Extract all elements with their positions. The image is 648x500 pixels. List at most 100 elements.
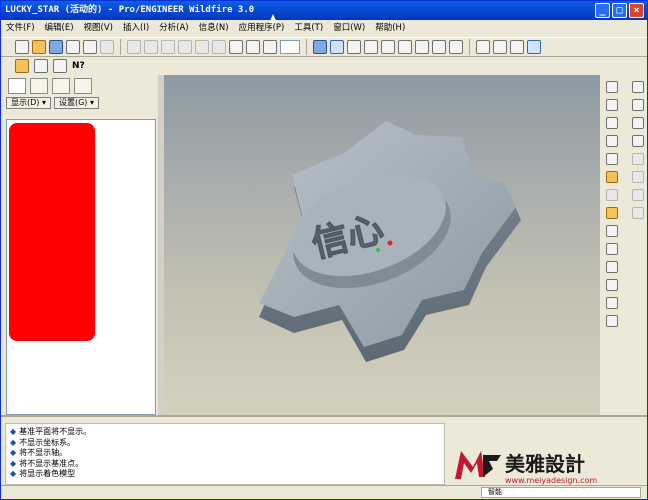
menu-applications[interactable]: 应用程序(P) <box>239 20 285 36</box>
coordinate-system-icon[interactable] <box>606 171 618 183</box>
print-icon[interactable] <box>66 40 80 54</box>
menu-window[interactable]: 窗口(W) <box>333 20 365 36</box>
message-line: ◆ 基准平面将不显示。 <box>10 427 92 436</box>
menu-file[interactable]: 文件(F) <box>6 20 35 36</box>
datum-display-toolbar: N? <box>1 57 111 75</box>
logo-url: www.meiyadesign.com <box>505 476 597 485</box>
model-tree[interactable] <box>6 119 156 415</box>
show-dropdown[interactable]: 显示(D) ▾ <box>6 97 51 109</box>
logo-brand-text: 美雅設計 <box>505 452 585 476</box>
selection-filter-field[interactable]: 智能 <box>481 487 641 498</box>
datum-axis-icon[interactable] <box>606 99 618 111</box>
boundary-blend-icon[interactable] <box>632 153 644 165</box>
pattern-icon[interactable] <box>606 279 618 291</box>
maximize-button[interactable]: □ <box>612 3 627 18</box>
tab-model-tree[interactable] <box>8 78 26 94</box>
datum-point-display-icon[interactable] <box>53 59 67 73</box>
menu-edit[interactable]: 编辑(E) <box>45 20 74 36</box>
paste-special-icon[interactable] <box>212 40 226 54</box>
menu-view[interactable]: 视图(V) <box>84 20 113 36</box>
datum-plane-display-icon[interactable] <box>15 59 29 73</box>
copy-icon[interactable] <box>178 40 192 54</box>
saved-views-icon[interactable] <box>432 40 446 54</box>
zoom-in-icon[interactable] <box>364 40 378 54</box>
repaint-icon[interactable] <box>313 40 327 54</box>
window-title: LUCKY_STAR (活动的) - Pro/ENGINEER Wildfire… <box>5 5 255 15</box>
minimize-button[interactable]: _ <box>595 3 610 18</box>
layers-icon[interactable] <box>449 40 463 54</box>
menu-insert[interactable]: 插入(I) <box>123 20 149 36</box>
menu-analysis[interactable]: 分析(A) <box>159 20 188 36</box>
email-icon[interactable] <box>83 40 97 54</box>
selection-dropdown[interactable] <box>280 40 300 54</box>
datum-axis-display-icon[interactable] <box>34 59 48 73</box>
redo-icon[interactable] <box>144 40 158 54</box>
hidden-line-icon[interactable] <box>493 40 507 54</box>
help-context-icon[interactable]: N? <box>72 61 85 71</box>
sweep-icon[interactable] <box>632 117 644 129</box>
save-icon[interactable] <box>49 40 63 54</box>
round-icon[interactable] <box>606 261 618 273</box>
variable-sweep-icon[interactable] <box>632 171 644 183</box>
blend-icon[interactable] <box>632 135 644 147</box>
cut-icon[interactable] <box>161 40 175 54</box>
table-icon[interactable] <box>632 207 644 219</box>
sketch-curve-icon[interactable] <box>606 135 618 147</box>
rib-icon[interactable] <box>606 243 618 255</box>
datum-point-icon[interactable] <box>606 153 618 165</box>
offset-icon[interactable] <box>606 315 618 327</box>
hole-icon[interactable] <box>606 225 618 237</box>
message-line: ◆ 不显示坐标系。 <box>10 437 76 447</box>
shading-icon[interactable] <box>527 40 541 54</box>
menu-help[interactable]: 帮助(H) <box>375 20 405 36</box>
selection-filter-icon[interactable] <box>263 40 277 54</box>
extrude-icon[interactable] <box>632 81 644 93</box>
regenerate-icon[interactable] <box>229 40 243 54</box>
find-icon[interactable] <box>246 40 260 54</box>
origin-marker <box>387 240 393 246</box>
revolve-icon[interactable] <box>632 99 644 111</box>
sketcher-icon[interactable] <box>606 207 618 219</box>
tab-folder-browser[interactable] <box>30 78 48 94</box>
title-bar: LUCKY_STAR (活动的) - Pro/ENGINEER Wildfire… <box>1 1 647 20</box>
gear-cap-model: 信心 <box>259 121 521 362</box>
orient-mode-icon[interactable] <box>347 40 361 54</box>
settings-dropdown[interactable]: 设置(G) ▾ <box>53 97 99 109</box>
zoom-out-icon[interactable] <box>381 40 395 54</box>
close-button[interactable]: × <box>629 3 644 18</box>
redacted-tree-content <box>9 123 95 341</box>
datum-plane-icon[interactable] <box>606 81 618 93</box>
refit-icon[interactable] <box>398 40 412 54</box>
open-folder-icon[interactable] <box>32 40 46 54</box>
axis-marker <box>376 248 380 252</box>
reorient-icon[interactable] <box>415 40 429 54</box>
tab-connections[interactable] <box>74 78 92 94</box>
send-icon[interactable] <box>100 40 114 54</box>
message-log: ◆ 基准平面将不显示。 ◆ 不显示坐标系。 ◆ 将不显示轴。 ◆ 将不显示基准点。 ◆ 将… <box>5 423 445 485</box>
merge-icon[interactable] <box>606 297 618 309</box>
style-icon[interactable] <box>632 189 644 201</box>
spin-center-icon[interactable] <box>330 40 344 54</box>
graphics-viewport[interactable]: 信心 <box>164 75 600 415</box>
meiya-design-logo: 美雅設計 www.meiyadesign.com <box>455 451 597 485</box>
no-hidden-icon[interactable] <box>510 40 524 54</box>
menu-info[interactable]: 信息(N) <box>199 20 229 36</box>
menu-bar: 文件(F) 编辑(E) 视图(V) 插入(I) 分析(A) 信息(N) 应用程序… <box>1 20 647 36</box>
new-file-icon[interactable] <box>15 40 29 54</box>
proe-window: LUCKY_STAR (活动的) - Pro/ENGINEER Wildfire… <box>0 0 648 500</box>
paste-icon[interactable] <box>195 40 209 54</box>
datum-curve-icon[interactable] <box>606 117 618 129</box>
message-line: ◆ 将不显示轴。 <box>10 448 68 457</box>
wireframe-icon[interactable] <box>476 40 490 54</box>
menu-tools[interactable]: 工具(T) <box>294 20 323 36</box>
tab-favorites[interactable] <box>52 78 70 94</box>
toolbar-separator <box>306 39 307 55</box>
analysis-feature-icon[interactable] <box>606 189 618 201</box>
navigator-panel: 显示(D) ▾ 设置(G) ▾ <box>1 75 161 415</box>
toolbar-separator <box>120 39 121 55</box>
feature-toolbar <box>601 75 647 415</box>
message-line: ◆ 将不显示基准点。 <box>10 458 84 468</box>
main-toolbar <box>1 37 647 57</box>
undo-icon[interactable] <box>127 40 141 54</box>
status-bar: 智能 <box>1 485 647 499</box>
